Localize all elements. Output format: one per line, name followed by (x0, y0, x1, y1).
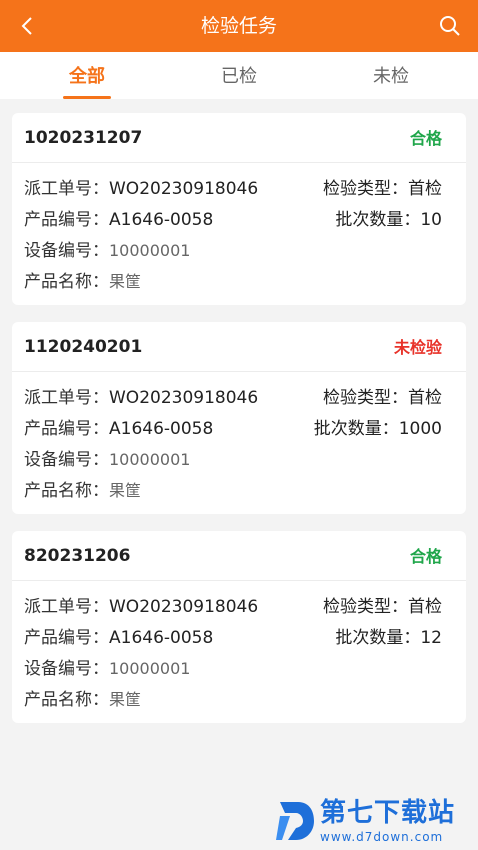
inspect-type-row: 检验类型：首检 (323, 178, 442, 200)
task-card[interactable]: 1020231207 合格 派工单号：WO20230918046 检验类型：首检… (12, 113, 466, 305)
device-no-row: 设备编号：10000001 (24, 449, 190, 471)
watermark-url: www.d7down.com (320, 830, 444, 844)
product-name-row: 产品名称：果筐 (24, 480, 141, 502)
product-no-row: 产品编号：A1646-0058 (24, 418, 213, 440)
order-label: 派工单号： (24, 179, 109, 199)
batch-qty-value: 10 (420, 210, 442, 230)
page-title: 检验任务 (200, 15, 277, 37)
inspect-type-row: 检验类型：首检 (323, 596, 442, 618)
order-row: 派工单号：WO20230918046 (24, 387, 258, 409)
product-name-label: 产品名称： (24, 481, 109, 501)
inspect-type-value: 首检 (408, 597, 442, 617)
product-no-value: A1646-0058 (109, 210, 214, 230)
active-tab-indicator (63, 96, 111, 99)
task-card-header: 820231206 合格 (12, 531, 466, 581)
watermark: 第七下载站 www.d7down.com (276, 796, 472, 850)
batch-qty-row: 批次数量：12 (335, 627, 442, 649)
inspect-type-value: 首检 (408, 179, 442, 199)
order-label: 派工单号： (24, 597, 109, 617)
product-no-label: 产品编号： (24, 628, 109, 648)
task-card-header: 1120240201 未检验 (12, 322, 466, 372)
tab-inspected[interactable]: 已检 (179, 52, 299, 99)
inspect-type-row: 检验类型：首检 (323, 387, 442, 409)
tab-all-label: 全部 (69, 66, 105, 87)
order-row: 派工单号：WO20230918046 (24, 178, 258, 200)
task-number: 1120240201 (24, 337, 143, 357)
task-number: 820231206 (24, 546, 131, 566)
order-label: 派工单号： (24, 388, 109, 408)
product-no-label: 产品编号： (24, 419, 109, 439)
device-no-label: 设备编号： (24, 450, 109, 470)
order-value: WO20230918046 (109, 597, 259, 617)
batch-qty-label: 批次数量： (335, 628, 421, 648)
product-name-value: 果筐 (109, 690, 142, 709)
device-no-value: 10000001 (109, 241, 191, 260)
status-badge: 合格 (409, 129, 442, 148)
tab-inspected-label: 已检 (221, 66, 257, 87)
order-value: WO20230918046 (109, 388, 259, 408)
product-no-value: A1646-0058 (109, 628, 214, 648)
product-no-row: 产品编号：A1646-0058 (24, 209, 213, 231)
task-card[interactable]: 820231206 合格 派工单号：WO20230918046 检验类型：首检 … (12, 531, 466, 723)
inspect-type-label: 检验类型： (323, 179, 408, 199)
watermark-text: 第七下载站 (320, 798, 456, 828)
product-name-value: 果筐 (109, 481, 142, 500)
device-no-value: 10000001 (109, 659, 191, 678)
top-app-bar: 检验任务 (0, 0, 478, 52)
batch-qty-value: 12 (420, 628, 442, 648)
batch-qty-value: 1000 (398, 419, 442, 439)
search-button[interactable] (436, 12, 464, 40)
task-card[interactable]: 1120240201 未检验 派工单号：WO20230918046 检验类型：首… (12, 322, 466, 514)
inspect-type-label: 检验类型： (323, 597, 408, 617)
product-name-label: 产品名称： (24, 272, 109, 292)
task-card-header: 1020231207 合格 (12, 113, 466, 163)
tab-all[interactable]: 全部 (27, 52, 147, 99)
status-badge: 合格 (409, 547, 442, 566)
product-no-value: A1646-0058 (109, 419, 214, 439)
device-no-label: 设备编号： (24, 241, 109, 261)
status-badge: 未检验 (393, 338, 442, 357)
task-number: 1020231207 (24, 128, 143, 148)
batch-qty-label: 批次数量： (313, 419, 399, 439)
tab-uninspected[interactable]: 未检 (331, 52, 451, 99)
device-no-label: 设备编号： (24, 659, 109, 679)
device-no-value: 10000001 (109, 450, 191, 469)
product-name-label: 产品名称： (24, 690, 109, 710)
batch-qty-row: 批次数量：1000 (314, 418, 442, 440)
device-no-row: 设备编号：10000001 (24, 658, 190, 680)
d7-logo-icon (276, 802, 314, 840)
order-value: WO20230918046 (109, 179, 259, 199)
inspect-type-value: 首检 (408, 388, 442, 408)
tab-uninspected-label: 未检 (373, 66, 409, 87)
batch-qty-row: 批次数量：10 (335, 209, 442, 231)
search-icon (440, 16, 460, 36)
product-name-value: 果筐 (109, 272, 142, 291)
batch-qty-label: 批次数量： (335, 210, 421, 230)
device-no-row: 设备编号：10000001 (24, 240, 190, 262)
filter-tabs: 全部 已检 未检 (0, 52, 478, 99)
product-name-row: 产品名称：果筐 (24, 689, 141, 711)
product-no-row: 产品编号：A1646-0058 (24, 627, 213, 649)
product-no-label: 产品编号： (24, 210, 109, 230)
order-row: 派工单号：WO20230918046 (24, 596, 258, 618)
product-name-row: 产品名称：果筐 (24, 271, 141, 293)
inspect-type-label: 检验类型： (323, 388, 408, 408)
